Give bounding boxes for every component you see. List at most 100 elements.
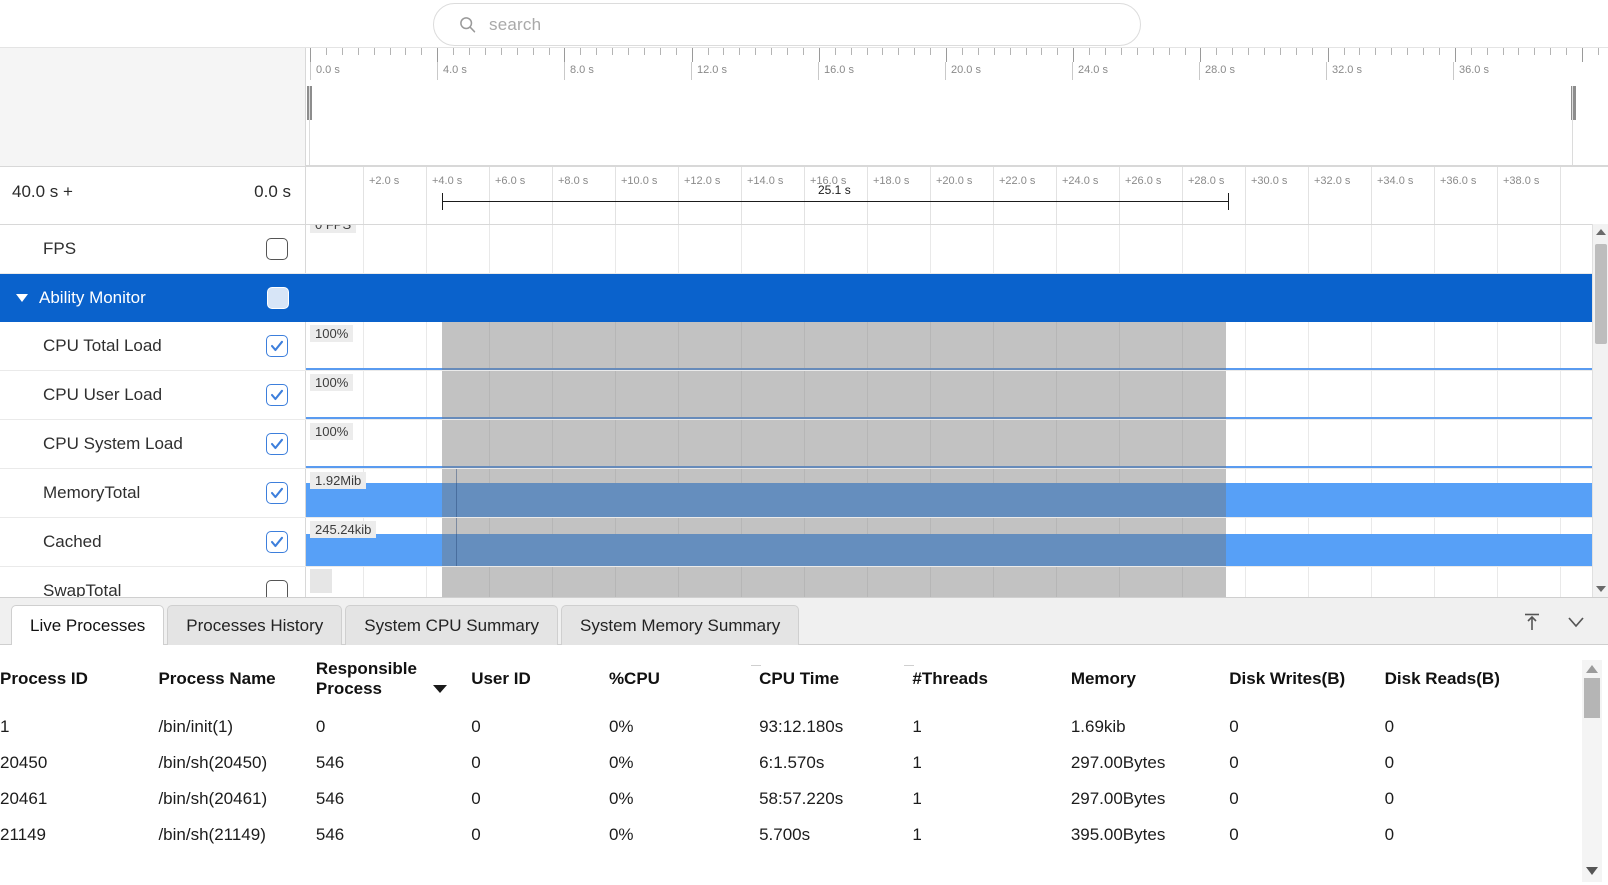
track-plot-area[interactable]: 100% — [306, 420, 1608, 468]
scroll-up-icon[interactable] — [1593, 224, 1608, 240]
tab-system-cpu-summary[interactable]: System CPU Summary — [345, 605, 558, 645]
column-header[interactable]: Disk Writes(B) — [1229, 645, 1384, 709]
tracks-scrollbar[interactable] — [1592, 224, 1608, 597]
table-row[interactable]: 20450/bin/sh(20450)54600%6:1.570s1297.00… — [0, 745, 1540, 781]
track-label-cell[interactable]: Ability Monitor — [0, 274, 306, 322]
track-checkbox[interactable] — [266, 531, 288, 553]
relative-ruler-cell: +24.0 s — [1056, 167, 1119, 224]
track-plot-area[interactable]: 100% — [306, 322, 1608, 370]
plot-gridline — [993, 420, 994, 468]
plot-gridline — [804, 225, 805, 273]
track-label-cell[interactable]: CPU System Load — [0, 420, 306, 468]
track-checkbox[interactable] — [266, 580, 288, 597]
sort-descending-icon[interactable] — [433, 685, 447, 693]
plot-gridline — [678, 225, 679, 273]
column-resize-handle[interactable] — [904, 665, 914, 666]
table-header-row[interactable]: Process IDProcess NameResponsibleProcess… — [0, 645, 1540, 709]
live-processes-table-container[interactable]: Process IDProcess NameResponsibleProcess… — [0, 645, 1608, 885]
chevron-down-icon[interactable] — [16, 294, 28, 302]
table-scroll-down-icon[interactable] — [1582, 864, 1602, 878]
track-row[interactable]: SwapTotal — [0, 567, 1608, 597]
track-plot-area[interactable] — [306, 274, 1608, 322]
track-group-row[interactable]: Ability Monitor — [0, 274, 1608, 322]
plot-gridline — [1308, 322, 1309, 370]
ruler-label: 8.0 s — [564, 62, 594, 80]
column-resize-handle[interactable] — [751, 665, 761, 666]
table-row[interactable]: 21149/bin/sh(21149)54600%5.700s1395.00By… — [0, 817, 1540, 853]
plot-gridline — [1119, 322, 1120, 370]
column-header[interactable]: Process ID — [0, 645, 158, 709]
track-row[interactable]: CPU User Load 100% — [0, 371, 1608, 420]
column-header[interactable]: User ID — [471, 645, 609, 709]
table-cell: 297.00Bytes — [1071, 745, 1229, 781]
timeline-header-spacer — [0, 48, 306, 166]
selection-duration-label: 25.1 s — [818, 183, 851, 197]
absolute-time-ruler[interactable]: 0.0 s4.0 s8.0 s12.0 s16.0 s20.0 s24.0 s2… — [306, 48, 1608, 166]
track-label-cell[interactable]: MemoryTotal — [0, 469, 306, 517]
plot-gridline — [930, 371, 931, 419]
track-plot-area[interactable]: 100% — [306, 371, 1608, 419]
track-plot-area[interactable] — [306, 567, 1608, 597]
plot-gridline — [804, 420, 805, 468]
track-plot-area[interactable]: 1.92Mib — [306, 469, 1608, 517]
track-label-cell[interactable]: FPS — [0, 225, 306, 273]
collapse-to-top-icon[interactable] — [1521, 611, 1543, 633]
track-label-cell[interactable]: SwapTotal — [0, 567, 306, 597]
plot-gridline — [552, 420, 553, 468]
track-row[interactable]: CPU Total Load100% — [0, 322, 1608, 371]
plot-gridline — [678, 567, 679, 597]
column-header[interactable]: #Threads — [912, 645, 1070, 709]
chevron-down-icon[interactable] — [1564, 610, 1588, 634]
track-plot-area[interactable]: 245.24kib — [306, 518, 1608, 566]
ruler-label: 20.0 s — [945, 62, 981, 80]
table-scrollbar-thumb[interactable] — [1584, 678, 1600, 718]
tab-processes-history[interactable]: Processes History — [167, 605, 342, 645]
time-selection-overlay — [442, 420, 1226, 468]
scrollbar-thumb[interactable] — [1595, 244, 1607, 344]
column-header[interactable]: Memory — [1071, 645, 1229, 709]
table-scroll-up-icon[interactable] — [1582, 662, 1602, 676]
relative-time-ruler[interactable]: +2.0 s+4.0 s+6.0 s+8.0 s+10.0 s+12.0 s+1… — [306, 166, 1608, 224]
plot-gridline — [1182, 420, 1183, 468]
track-plot-area[interactable]: 0 FPS — [306, 225, 1608, 273]
track-row[interactable]: FPS0 FPS — [0, 225, 1608, 274]
plot-gridline — [426, 225, 427, 273]
track-checkbox[interactable] — [267, 287, 289, 309]
ruler-label: 32.0 s — [1326, 62, 1362, 80]
column-header[interactable]: %CPU — [609, 645, 759, 709]
column-header[interactable]: CPU Time — [759, 645, 912, 709]
track-checkbox[interactable] — [266, 433, 288, 455]
table-scrollbar[interactable] — [1582, 660, 1602, 882]
table-row[interactable]: 20461/bin/sh(20461)54600%58:57.220s1297.… — [0, 781, 1540, 817]
track-row[interactable]: Cached245.24kib — [0, 518, 1608, 567]
table-cell: 21149 — [0, 817, 158, 853]
track-label-cell[interactable]: Cached — [0, 518, 306, 566]
track-label-cell[interactable]: CPU User Load — [0, 371, 306, 419]
track-checkbox[interactable] — [266, 335, 288, 357]
track-checkbox[interactable] — [266, 238, 288, 260]
tab-strip[interactable]: Live ProcessesProcesses HistorySystem CP… — [11, 605, 799, 645]
scroll-down-icon[interactable] — [1593, 581, 1608, 597]
track-list[interactable]: FPS0 FPSAbility MonitorCPU Total Load100… — [0, 224, 1608, 597]
track-row[interactable]: MemoryTotal1.92Mib — [0, 469, 1608, 518]
table-row[interactable]: 1/bin/init(1)000%93:12.180s11.69kib00 — [0, 709, 1540, 745]
table-cell: 1.69kib — [1071, 709, 1229, 745]
track-checkbox[interactable] — [266, 482, 288, 504]
track-checkbox[interactable] — [266, 384, 288, 406]
tab-live-processes[interactable]: Live Processes — [11, 605, 164, 645]
track-row[interactable]: CPU System Load100% — [0, 420, 1608, 469]
column-header-label: Memory — [1071, 669, 1136, 689]
search-input[interactable]: search — [433, 3, 1141, 46]
tab-system-memory-summary[interactable]: System Memory Summary — [561, 605, 799, 645]
column-header[interactable]: Process Name — [158, 645, 315, 709]
plot-gridline — [867, 322, 868, 370]
column-header[interactable]: ResponsibleProcess — [316, 645, 471, 709]
column-header[interactable]: Disk Reads(B) — [1385, 645, 1540, 709]
track-name-label: CPU User Load — [43, 385, 162, 405]
selection-cap-right — [1228, 193, 1229, 210]
table-cell: 0 — [471, 745, 609, 781]
time-range-summary: 40.0 s + 0.0 s — [0, 166, 306, 224]
table-cell: 1 — [912, 817, 1070, 853]
track-label-cell[interactable]: CPU Total Load — [0, 322, 306, 370]
time-selection-overlay — [442, 322, 1226, 370]
